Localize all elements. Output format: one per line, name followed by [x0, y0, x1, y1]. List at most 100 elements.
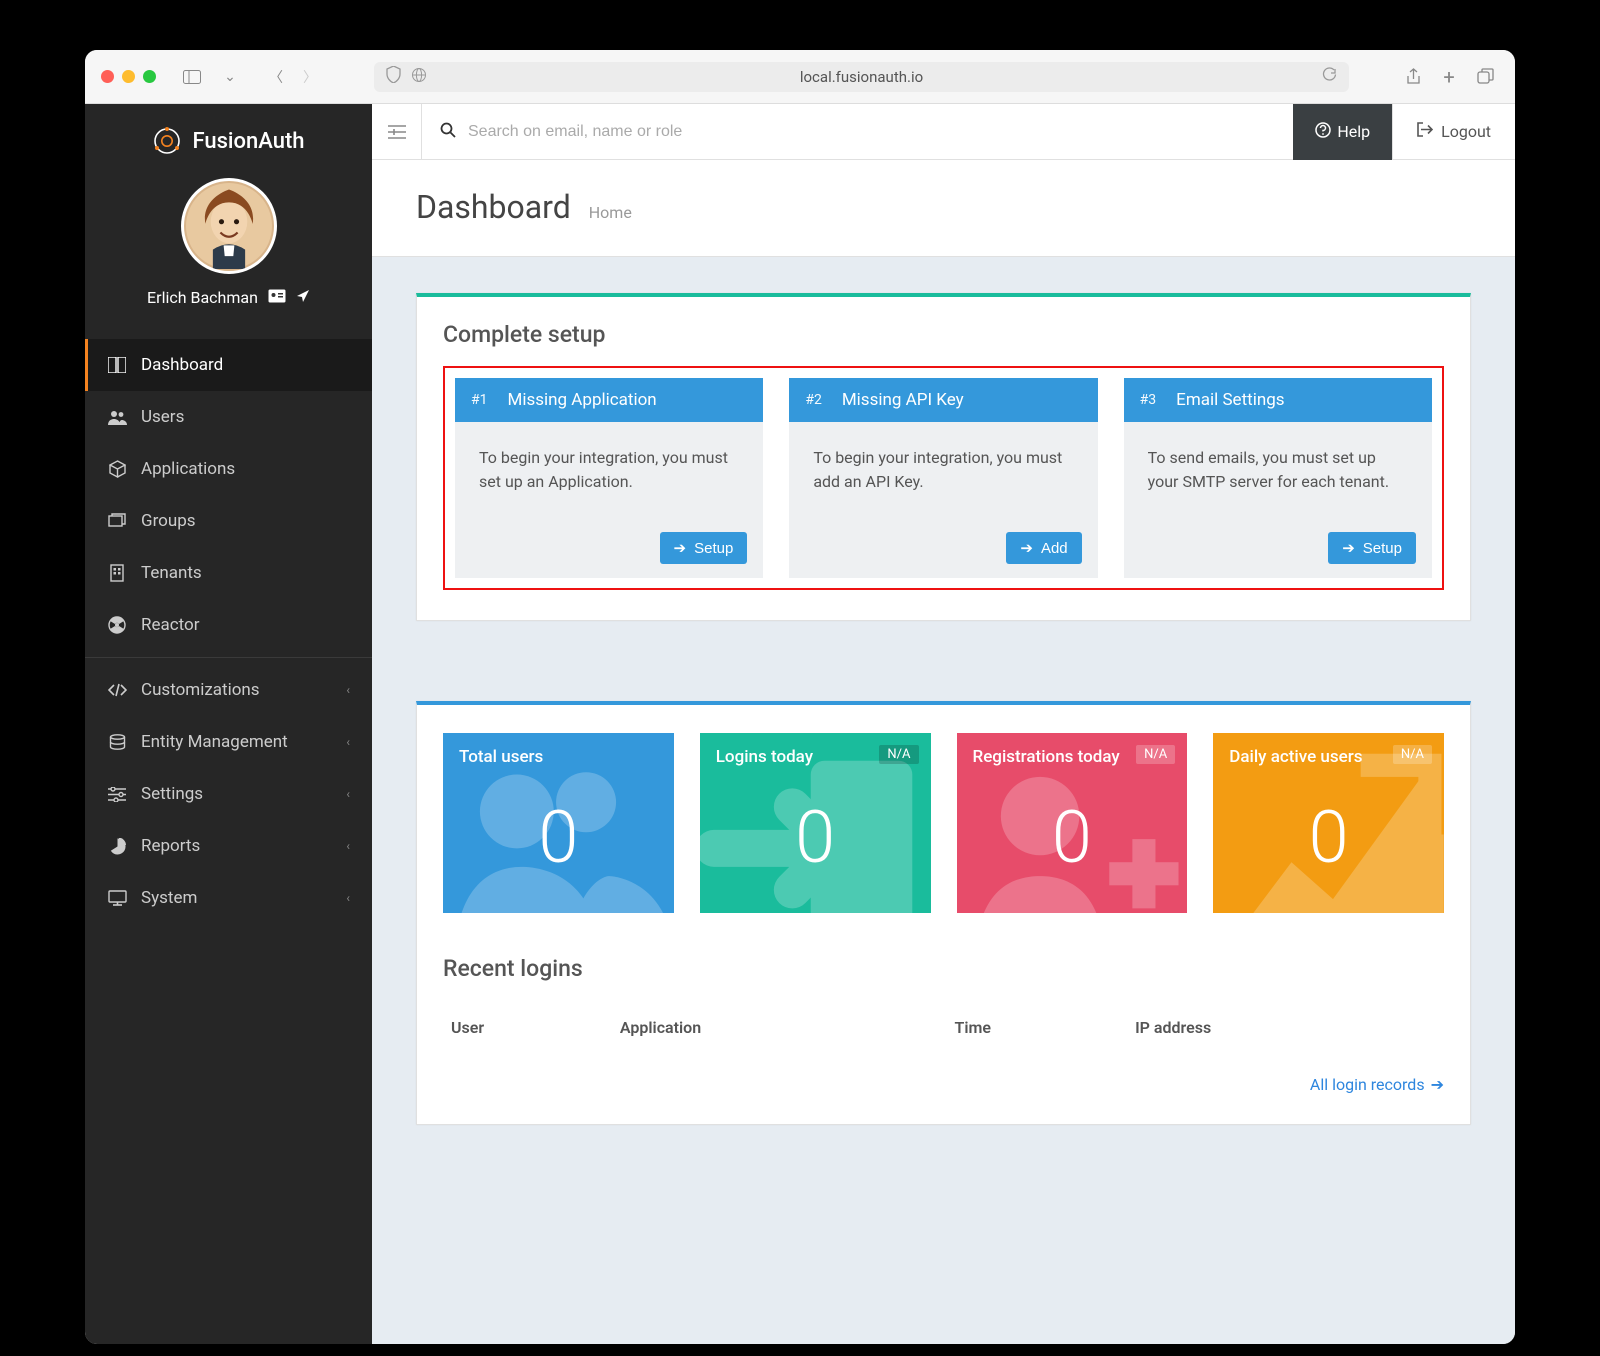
page-header: Dashboard Home — [372, 160, 1515, 257]
arrow-right-icon: ➔ — [1342, 539, 1355, 557]
chevron-left-icon: ‹ — [346, 735, 350, 749]
globe-icon[interactable] — [411, 67, 427, 87]
sidebar-item-label: Groups — [141, 511, 196, 531]
stat-card-total-users[interactable]: Total users 0 — [443, 733, 674, 913]
sidebar-item-users[interactable]: Users — [85, 391, 372, 443]
new-tab-icon[interactable]: + — [1435, 65, 1463, 89]
sliders-icon — [107, 787, 127, 802]
breadcrumb[interactable]: Home — [589, 203, 632, 222]
window-controls — [101, 70, 156, 83]
arrow-right-icon: ➔ — [1431, 1075, 1444, 1094]
help-label: Help — [1337, 122, 1370, 141]
sidebar-toggle-icon[interactable] — [178, 65, 206, 89]
chevron-left-icon: ‹ — [346, 839, 350, 853]
sidebar-item-label: Reactor — [141, 615, 200, 635]
button-label: Setup — [694, 540, 733, 557]
sidebar-item-label: Customizations — [141, 680, 260, 700]
radioactive-icon — [107, 616, 127, 634]
forward-icon[interactable]: 〉 — [296, 65, 324, 89]
sidebar-item-settings[interactable]: Settings ‹ — [85, 768, 372, 820]
content: Complete setup #1 Missing Application To… — [372, 257, 1515, 1161]
nav-separator — [85, 657, 372, 658]
stat-card-logins-today[interactable]: Logins today N/A 0 — [700, 733, 931, 913]
avatar[interactable] — [181, 178, 277, 274]
sidebar-item-reactor[interactable]: Reactor — [85, 599, 372, 651]
chevron-left-icon: ‹ — [346, 683, 350, 697]
topbar: Help Logout — [372, 104, 1515, 160]
sidebar-item-label: Reports — [141, 836, 200, 856]
code-icon — [107, 683, 127, 697]
search-input[interactable] — [468, 123, 1275, 141]
id-card-icon[interactable] — [268, 288, 286, 307]
stat-card-daily-active-users[interactable]: Daily active users N/A 0 — [1213, 733, 1444, 913]
collapse-sidebar-button[interactable] — [372, 104, 422, 160]
piechart-icon — [107, 838, 127, 855]
arrow-right-icon: ➔ — [1020, 539, 1033, 557]
reload-icon[interactable] — [1322, 67, 1337, 86]
chevron-down-icon[interactable]: ⌄ — [216, 65, 244, 89]
setup-card-body: To begin your integration, you must set … — [455, 422, 763, 532]
sidebar-item-customizations[interactable]: Customizations ‹ — [85, 664, 372, 716]
setup-application-button[interactable]: ➔ Setup — [660, 532, 748, 564]
search-area — [422, 122, 1293, 142]
close-window-icon[interactable] — [101, 70, 114, 83]
minimize-window-icon[interactable] — [122, 70, 135, 83]
maximize-window-icon[interactable] — [143, 70, 156, 83]
tabs-icon[interactable] — [1471, 65, 1499, 89]
layers-icon — [107, 513, 127, 529]
chevron-left-icon: ‹ — [346, 891, 350, 905]
sidebar-item-tenants[interactable]: Tenants — [85, 547, 372, 599]
setup-card-email-settings: #3 Email Settings To send emails, you mu… — [1124, 378, 1432, 578]
all-login-records-link[interactable]: All login records ➔ — [1310, 1075, 1444, 1094]
table-header-time: Time — [947, 1008, 1128, 1047]
logout-button[interactable]: Logout — [1392, 104, 1515, 160]
table-header-user: User — [443, 1008, 612, 1047]
stat-badge: N/A — [1136, 745, 1175, 764]
users-icon — [107, 410, 127, 425]
stat-value: 0 — [957, 795, 1188, 880]
monitor-icon — [107, 890, 127, 906]
sidebar-item-label: Users — [141, 407, 184, 427]
stat-value: 0 — [443, 795, 674, 880]
sidebar-item-system[interactable]: System ‹ — [85, 872, 372, 924]
help-button[interactable]: Help — [1293, 104, 1392, 160]
sidebar-item-entity-management[interactable]: Entity Management ‹ — [85, 716, 372, 768]
setup-panel: Complete setup #1 Missing Application To… — [416, 293, 1471, 621]
address-bar[interactable]: local.fusionauth.io — [374, 62, 1349, 92]
setup-card-title: Missing Application — [508, 390, 657, 410]
sidebar-item-groups[interactable]: Groups — [85, 495, 372, 547]
sidebar-item-applications[interactable]: Applications — [85, 443, 372, 495]
app-shell: FusionAuth Erlich Bachman — [85, 104, 1515, 1344]
sidebar-item-label: Applications — [141, 459, 235, 479]
sidebar-item-dashboard[interactable]: Dashboard — [85, 339, 372, 391]
location-arrow-icon[interactable] — [296, 288, 310, 307]
sidebar-item-label: Settings — [141, 784, 203, 804]
button-label: Setup — [1363, 540, 1402, 557]
setup-cards-row: #1 Missing Application To begin your int… — [443, 366, 1444, 590]
url-text: local.fusionauth.io — [800, 68, 923, 86]
browser-window: ⌄ 〈 〉 local.fusionauth.io + — [85, 50, 1515, 1344]
stat-card-registrations-today[interactable]: Registrations today N/A 0 — [957, 733, 1188, 913]
main-area: Help Logout Dashboard Home Complete setu… — [372, 104, 1515, 1344]
share-icon[interactable] — [1399, 65, 1427, 89]
user-profile-area: Erlich Bachman — [85, 164, 372, 317]
logo[interactable]: FusionAuth — [85, 104, 372, 164]
setup-email-button[interactable]: ➔ Setup — [1328, 532, 1416, 564]
back-icon[interactable]: 〈 — [262, 65, 290, 89]
logout-label: Logout — [1441, 122, 1491, 141]
button-label: Add — [1041, 540, 1068, 557]
shield-icon[interactable] — [386, 66, 401, 87]
add-api-key-button[interactable]: ➔ Add — [1006, 532, 1081, 564]
logo-icon — [152, 126, 182, 156]
sidebar-item-reports[interactable]: Reports ‹ — [85, 820, 372, 872]
sidebar-item-label: Tenants — [141, 563, 202, 583]
stats-row: Total users 0 Logins today N/A 0 Registr… — [443, 733, 1444, 913]
setup-title: Complete setup — [443, 321, 1444, 348]
sidebar-item-label: Entity Management — [141, 732, 288, 752]
stat-badge: N/A — [1393, 745, 1432, 764]
setup-card-body: To send emails, you must set up your SMT… — [1124, 422, 1432, 532]
building-icon — [107, 564, 127, 582]
stat-value: 0 — [1213, 795, 1444, 880]
setup-card-number: #3 — [1140, 392, 1157, 408]
logo-text: FusionAuth — [192, 129, 304, 154]
